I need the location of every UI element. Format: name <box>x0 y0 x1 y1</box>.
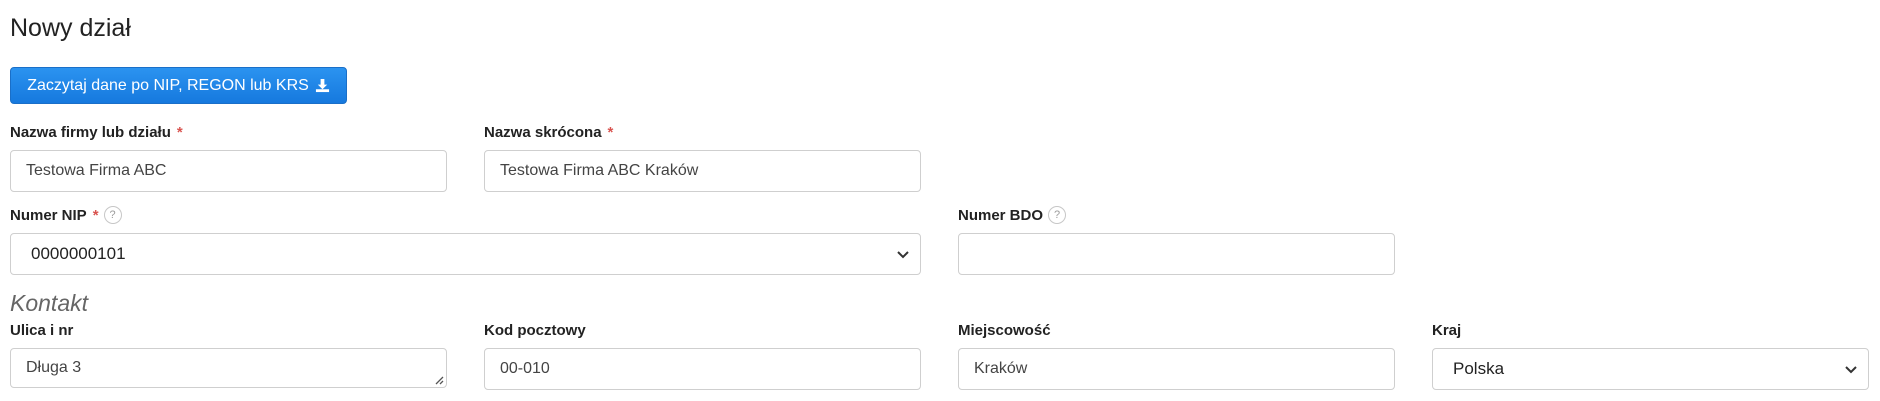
page-title: Nowy dział <box>10 14 131 42</box>
required-mark: * <box>607 124 614 141</box>
city-input[interactable]: Kraków <box>958 348 1395 390</box>
bdo-label: Numer BDO ? <box>958 206 1067 224</box>
company-name-label: Nazwa firmy lub działu * <box>10 124 183 141</box>
country-select[interactable]: Polska <box>1432 348 1869 390</box>
resize-handle-icon[interactable] <box>434 375 444 385</box>
chevron-down-icon <box>897 251 909 259</box>
required-mark: * <box>176 124 183 141</box>
street-textarea[interactable]: Długa 3 <box>10 348 447 388</box>
postal-code-label: Kod pocztowy <box>484 322 586 339</box>
short-name-label: Nazwa skrócona * <box>484 124 614 141</box>
new-department-form: Nowy dział Zaczytaj dane po NIP, REGON l… <box>0 0 1880 401</box>
short-name-input[interactable]: Testowa Firma ABC Kraków <box>484 150 921 192</box>
contact-section-heading: Kontakt <box>10 290 88 316</box>
postal-code-input[interactable]: 00-010 <box>484 348 921 390</box>
company-name-input[interactable]: Testowa Firma ABC <box>10 150 447 192</box>
nip-label: Numer NIP * ? <box>10 206 122 224</box>
street-label: Ulica i nr <box>10 322 74 339</box>
help-icon[interactable]: ? <box>103 206 122 224</box>
country-label: Kraj <box>1432 322 1462 339</box>
chevron-down-icon <box>1845 366 1857 374</box>
help-icon[interactable]: ? <box>1048 206 1067 224</box>
bdo-input[interactable] <box>958 233 1395 275</box>
required-mark: * <box>92 206 99 224</box>
nip-select[interactable]: 0000000101 <box>10 233 921 275</box>
city-label: Miejscowość <box>958 322 1051 339</box>
fetch-company-data-button[interactable]: Zaczytaj dane po NIP, REGON lub KRS <box>10 67 347 104</box>
fetch-button-label: Zaczytaj dane po NIP, REGON lub KRS <box>27 76 309 94</box>
download-icon <box>315 78 329 93</box>
